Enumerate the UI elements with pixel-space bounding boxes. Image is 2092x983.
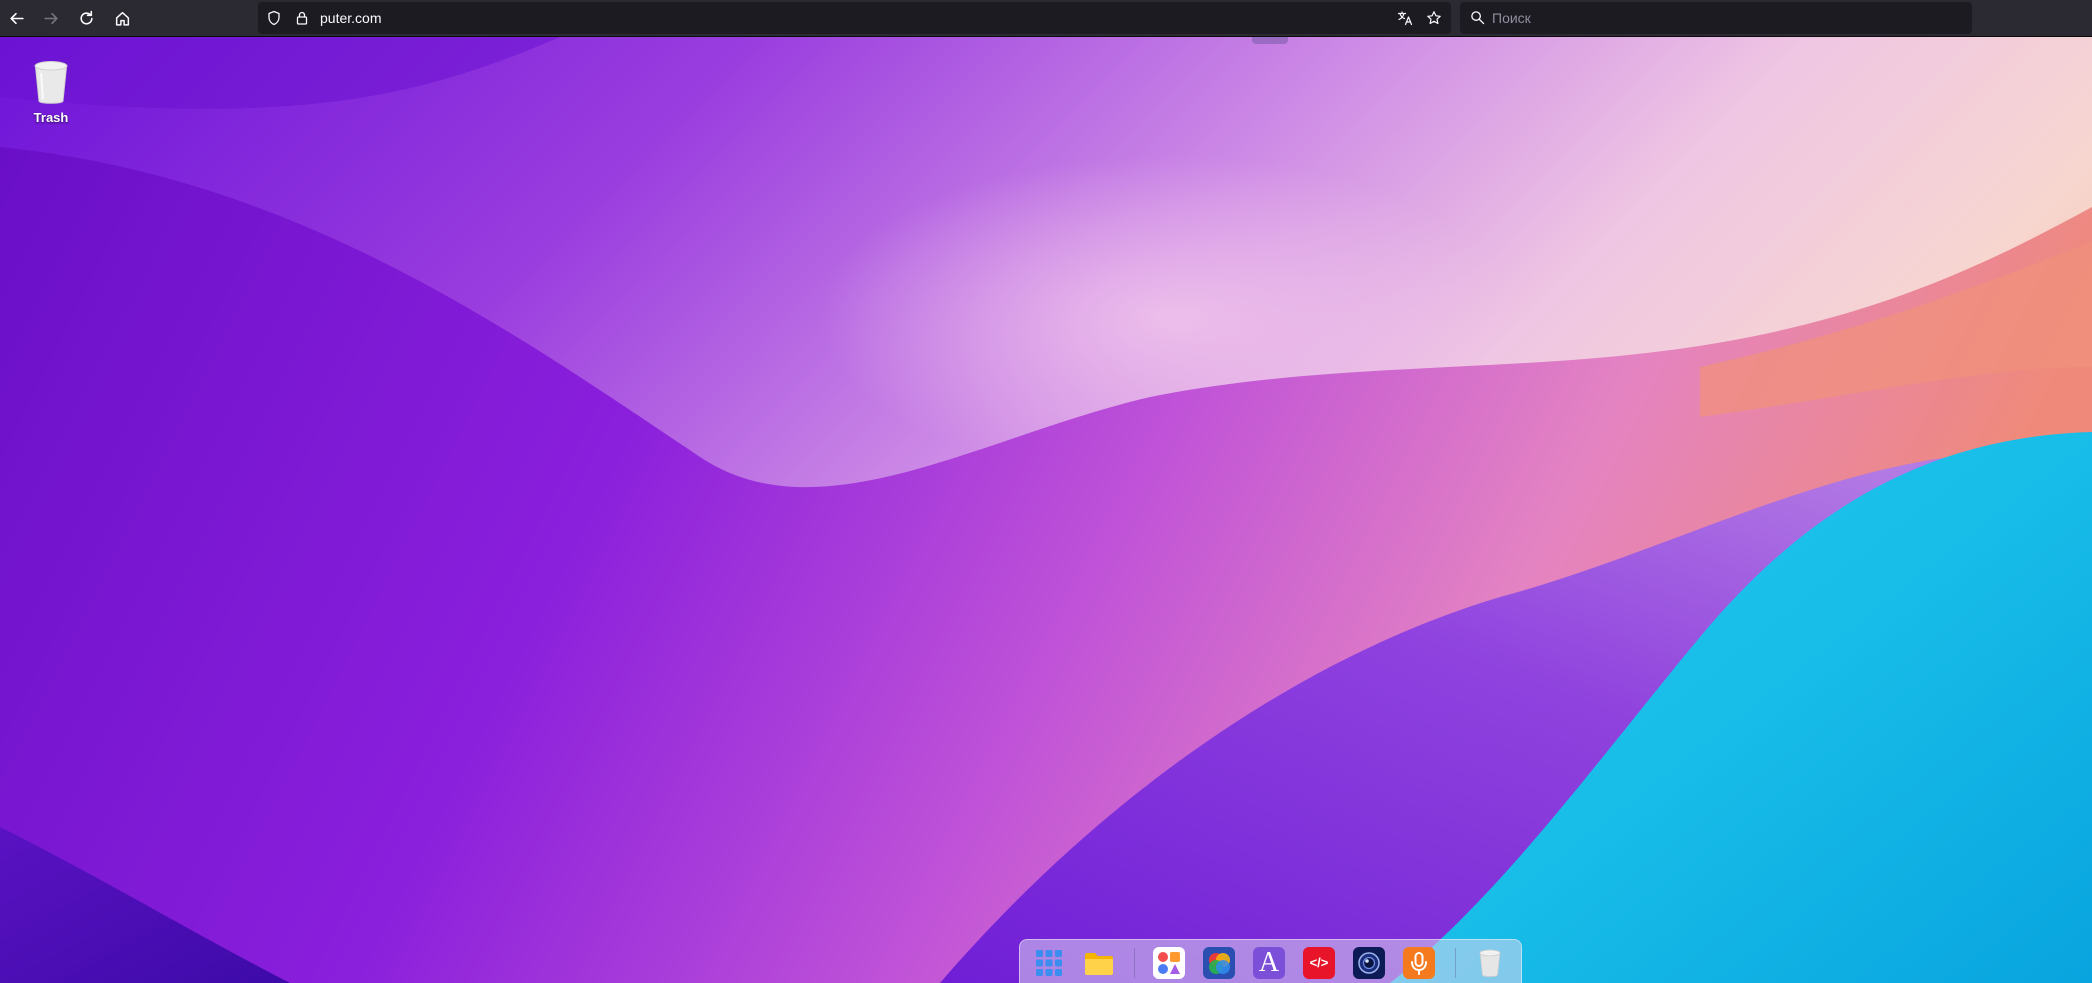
desktop-icon-trash[interactable]: Trash	[18, 59, 84, 125]
paint-app-icon	[1209, 953, 1230, 974]
dock-separator	[1455, 948, 1456, 978]
text-editor-button[interactable]: A	[1253, 947, 1285, 979]
forward-arrow-icon	[43, 12, 58, 24]
url-text[interactable]: puter.com	[320, 10, 381, 27]
address-bar[interactable]: puter.com	[258, 2, 1451, 34]
lock-icon[interactable]	[294, 10, 310, 26]
camera-app-button[interactable]	[1353, 947, 1385, 979]
trash-icon	[1479, 949, 1501, 977]
code-editor-icon: </>	[1309, 955, 1329, 970]
desktop[interactable]: Trash A </>	[0, 37, 2092, 983]
shield-icon[interactable]	[266, 10, 282, 26]
back-button[interactable]	[2, 5, 30, 31]
translate-icon[interactable]	[1397, 10, 1413, 26]
search-bar[interactable]: Поиск	[1460, 2, 1972, 34]
home-icon	[115, 11, 129, 26]
code-editor-button[interactable]: </>	[1303, 947, 1335, 979]
folder-icon	[1085, 953, 1113, 975]
trash-icon	[34, 61, 68, 104]
search-placeholder: Поиск	[1492, 10, 1531, 26]
files-app-button[interactable]	[1083, 947, 1115, 979]
camera-app-icon	[1358, 952, 1380, 974]
dock-separator	[1134, 948, 1135, 978]
app-center-button[interactable]	[1153, 947, 1185, 979]
app-grid-icon	[1036, 950, 1062, 976]
wallpaper	[0, 37, 2092, 983]
text-editor-icon: A	[1258, 947, 1280, 978]
desktop-icon-label: Trash	[33, 110, 69, 125]
recorder-app-icon	[1411, 952, 1427, 975]
reload-icon	[79, 10, 93, 25]
recorder-app-button[interactable]	[1403, 947, 1435, 979]
forward-button[interactable]	[37, 5, 65, 31]
search-icon	[1471, 11, 1485, 25]
paint-app-button[interactable]	[1203, 947, 1235, 979]
bookmark-star-icon[interactable]	[1426, 10, 1442, 26]
top-drag-handle[interactable]	[1252, 37, 1288, 44]
app-center-icon	[1158, 952, 1180, 974]
back-arrow-icon	[9, 12, 24, 24]
taskbar-dock: A </>	[1019, 939, 1522, 983]
reload-button[interactable]	[72, 5, 100, 31]
browser-toolbar: puter.com Поиск	[0, 0, 2092, 37]
app-launcher-button[interactable]	[1033, 947, 1065, 979]
dock-trash-button[interactable]	[1474, 947, 1506, 979]
home-button[interactable]	[108, 5, 136, 31]
